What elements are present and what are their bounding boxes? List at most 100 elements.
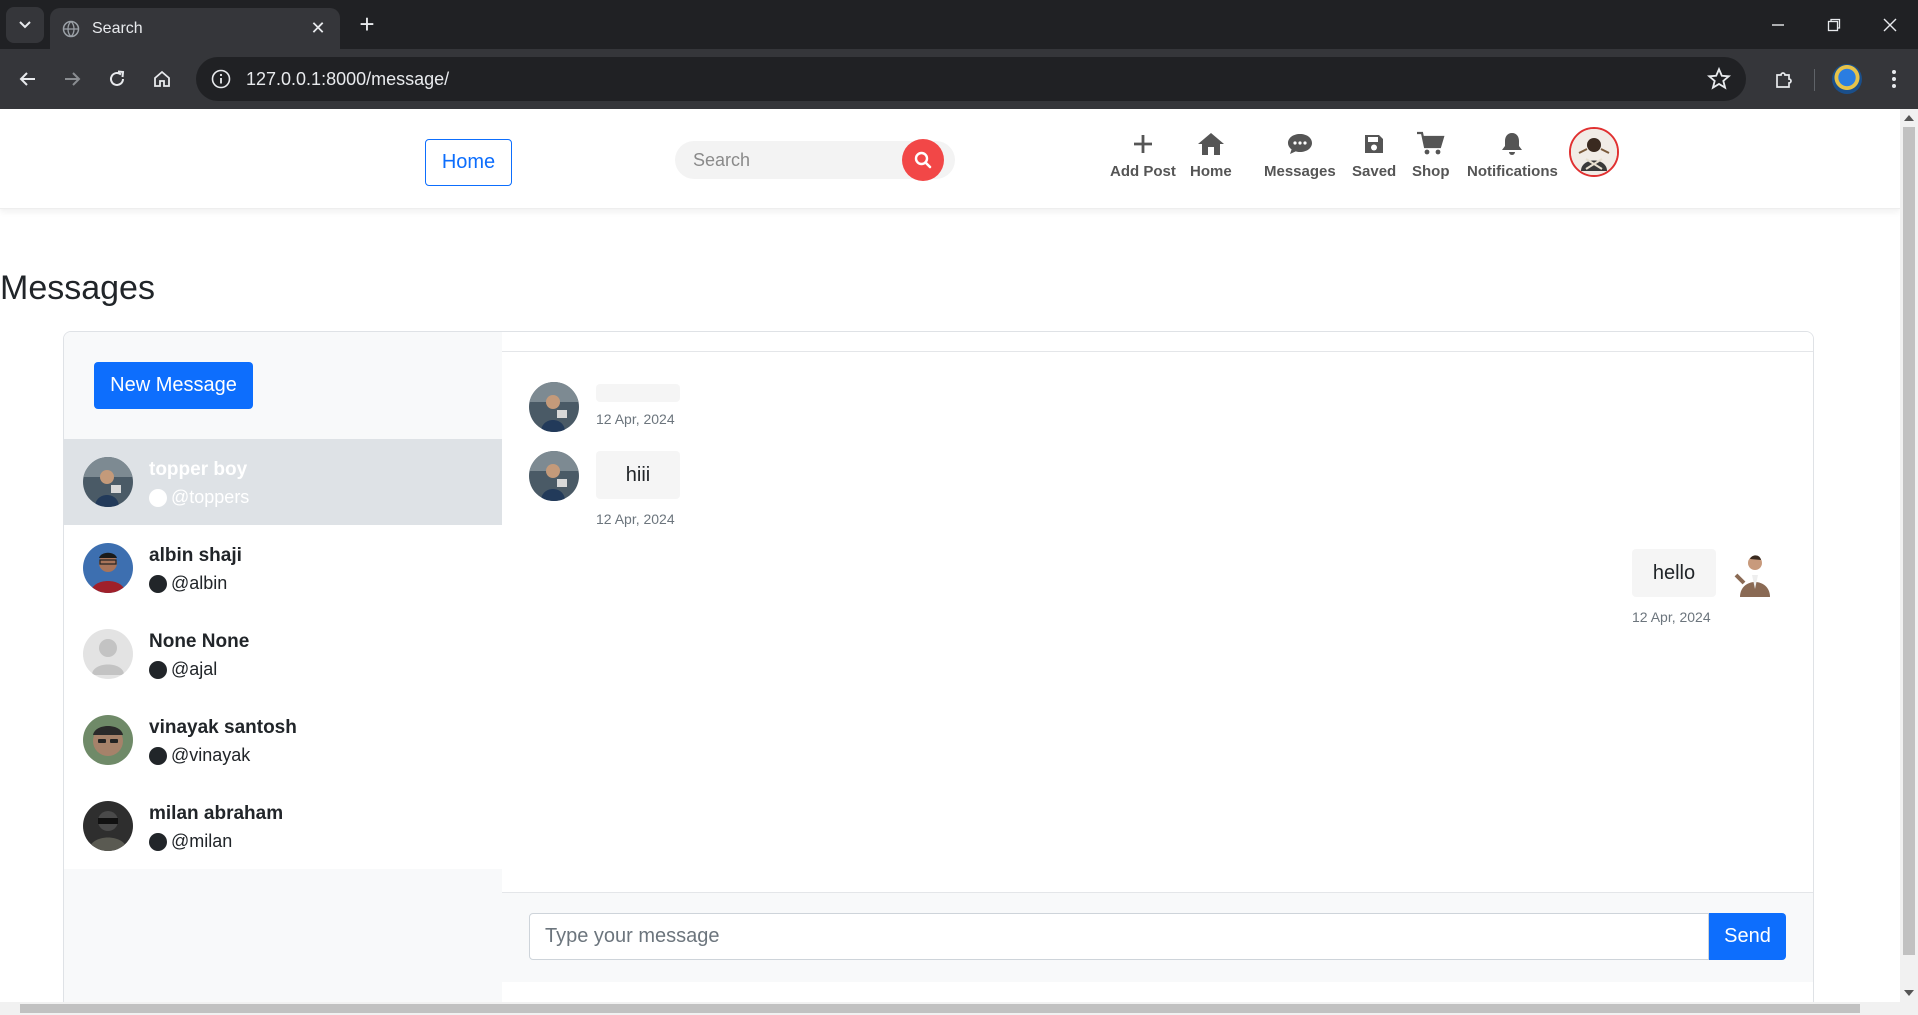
star-bookmark-icon[interactable] — [1706, 66, 1732, 92]
nav-shop[interactable]: Shop — [1412, 129, 1450, 180]
nav-saved[interactable]: Saved — [1352, 129, 1396, 180]
chevron-down-icon — [19, 21, 31, 29]
forward-button[interactable] — [52, 59, 92, 99]
search-button[interactable] — [902, 139, 944, 181]
contact-avatar — [83, 715, 133, 765]
vertical-scroll-thumb[interactable] — [1903, 127, 1915, 955]
browser-toolbar: 127.0.0.1:8000/message/ — [0, 49, 1918, 109]
message-avatar — [529, 451, 579, 501]
contact-item-vinayak-santosh[interactable]: vinayak santosh @vinayak — [64, 697, 502, 783]
message-input[interactable] — [529, 913, 1709, 960]
nav-notifications-label: Notifications — [1467, 163, 1558, 180]
contact-name: None None — [149, 631, 250, 652]
contact-item-milan-abraham[interactable]: milan abraham @milan — [64, 783, 502, 869]
contact-username: @toppers — [171, 487, 250, 507]
contact-username: @vinayak — [171, 745, 251, 765]
contact-name: albin shaji — [149, 545, 242, 566]
url-text: 127.0.0.1:8000/message/ — [246, 68, 450, 89]
kebab-menu-icon — [1892, 70, 1896, 88]
puzzle-piece-icon — [1776, 72, 1792, 88]
house-outline-icon — [154, 70, 170, 87]
horizontal-scrollbar[interactable] — [0, 1002, 1918, 1015]
user-avatar[interactable] — [1569, 127, 1619, 177]
nav-saved-label: Saved — [1352, 163, 1397, 180]
toolbar-separator — [1814, 69, 1815, 91]
reload-icon — [110, 70, 125, 86]
reload-button[interactable] — [97, 59, 137, 99]
tab-list-button[interactable] — [6, 7, 44, 43]
nav-add-post[interactable]: Add Post — [1110, 129, 1176, 180]
message-avatar — [1730, 549, 1780, 599]
contact-item-topper-boy[interactable]: topper boy @toppers — [64, 439, 502, 525]
conversation-sidebar: New Message topper boy @toppers albin sh… — [64, 332, 502, 1002]
restore-icon — [1827, 18, 1841, 32]
message-timestamp: 12 Apr, 2024 — [596, 511, 675, 527]
contact-username: @ajal — [171, 659, 218, 679]
home-button[interactable]: Home — [425, 139, 512, 186]
search-icon — [914, 151, 932, 169]
nav-home[interactable]: Home — [1190, 129, 1232, 180]
minimize-button[interactable] — [1758, 10, 1798, 40]
chat-header — [502, 332, 1813, 352]
status-dot — [149, 660, 167, 679]
new-message-button[interactable]: New Message — [94, 362, 253, 409]
scroll-down-arrow[interactable] — [1904, 990, 1914, 996]
floppy-disk-icon — [1365, 135, 1384, 153]
nav-messages[interactable]: Messages — [1264, 129, 1336, 180]
nav-shop-label: Shop — [1412, 163, 1450, 180]
contact-name: milan abraham — [149, 803, 284, 824]
contact-avatar — [83, 457, 133, 507]
cart-icon — [1416, 131, 1445, 155]
message-bubble: hiii — [596, 451, 680, 499]
browser-tab[interactable]: Search ✕ — [50, 8, 340, 49]
chat-pane: 12 Apr, 2024 hiii 12 Apr, 2024 hello 12 … — [502, 332, 1813, 1002]
arrow-right-icon — [65, 72, 81, 86]
status-dot — [149, 574, 167, 593]
back-button[interactable] — [8, 59, 48, 99]
address-bar[interactable]: 127.0.0.1:8000/message/ — [196, 57, 1746, 101]
contact-handle: @vinayak — [149, 745, 250, 766]
nav-home-label: Home — [1190, 163, 1232, 180]
contact-avatar — [83, 543, 133, 593]
close-window-button[interactable] — [1870, 10, 1910, 40]
bell-icon — [1502, 133, 1523, 155]
browser-menu-button[interactable] — [1876, 61, 1912, 97]
extensions-button[interactable] — [1766, 61, 1802, 97]
user-avatar-image — [1571, 129, 1617, 175]
status-dot — [149, 832, 167, 851]
status-dot — [149, 488, 167, 507]
message-composer: Send — [502, 892, 1813, 982]
nav-add-post-label: Add Post — [1110, 163, 1176, 180]
message-timestamp: 12 Apr, 2024 — [596, 411, 675, 427]
home-browser-button[interactable] — [142, 59, 182, 99]
restore-button[interactable] — [1814, 10, 1854, 40]
site-info-icon[interactable] — [210, 68, 232, 90]
new-tab-button[interactable]: + — [352, 10, 382, 40]
contact-handle: @ajal — [149, 659, 217, 680]
contact-item-albin-shaji[interactable]: albin shaji @albin — [64, 525, 502, 611]
minimize-icon — [1772, 24, 1784, 26]
nav-messages-label: Messages — [1264, 163, 1336, 180]
contact-avatar — [83, 629, 133, 679]
send-button[interactable]: Send — [1709, 913, 1786, 960]
plus-icon — [1133, 135, 1152, 153]
close-icon — [1883, 18, 1897, 32]
contact-item-none-none[interactable]: None None @ajal — [64, 611, 502, 697]
page-title: Messages — [0, 269, 155, 307]
tab-close-icon[interactable]: ✕ — [308, 18, 328, 39]
contact-handle: @albin — [149, 573, 227, 594]
message-bubble — [596, 384, 680, 402]
browser-profile-avatar[interactable] — [1832, 64, 1862, 94]
home-icon — [1197, 133, 1224, 155]
nav-notifications[interactable]: Notifications — [1467, 129, 1558, 180]
scroll-up-arrow[interactable] — [1904, 115, 1914, 121]
globe-icon — [62, 20, 80, 37]
messages-card: New Message topper boy @toppers albin sh… — [63, 331, 1814, 1002]
search-input[interactable] — [693, 141, 893, 179]
contact-name: topper boy — [149, 459, 248, 480]
vertical-scrollbar[interactable] — [1900, 109, 1918, 1002]
tab-title: Search — [92, 19, 143, 37]
contact-handle: @milan — [149, 831, 232, 852]
message-timestamp: 12 Apr, 2024 — [1632, 609, 1711, 625]
horizontal-scroll-thumb[interactable] — [20, 1004, 1860, 1013]
